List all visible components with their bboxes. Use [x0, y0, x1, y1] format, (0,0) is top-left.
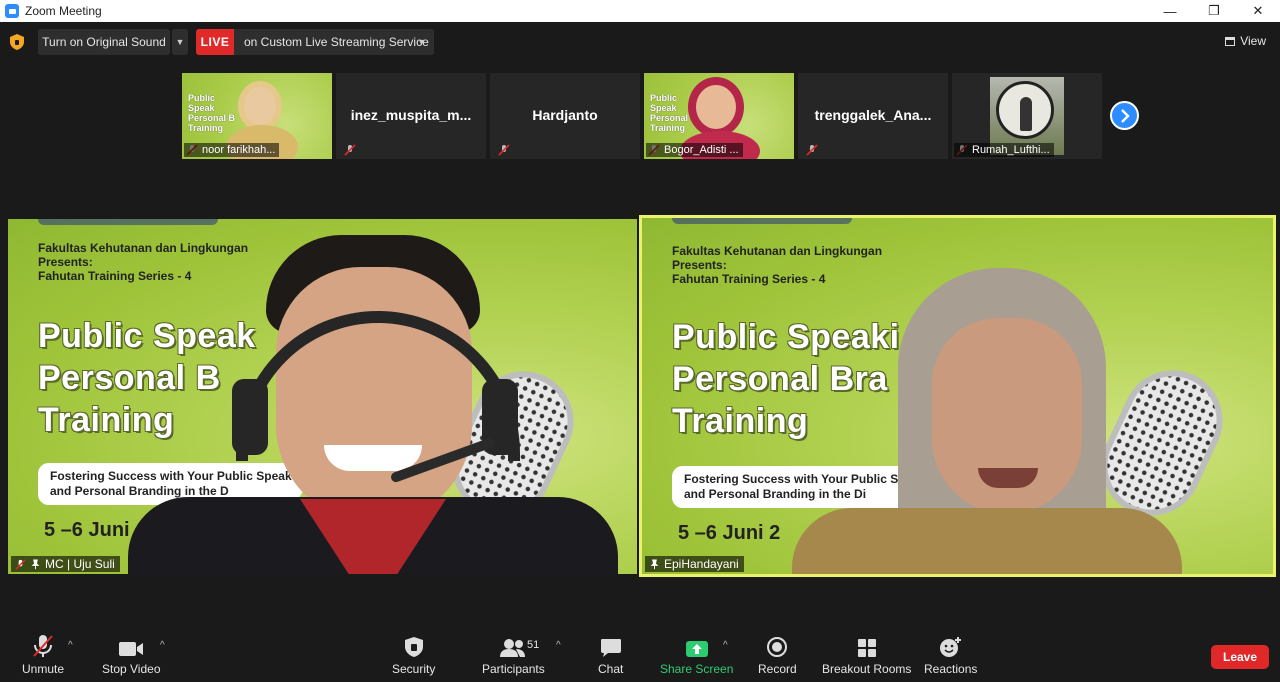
chevron-right-icon	[1120, 108, 1130, 123]
participant-strip: Public Speak Personal B Training noor fa…	[182, 73, 1102, 159]
video-options-caret[interactable]: ^	[160, 640, 165, 651]
participants-count: 51	[527, 639, 540, 651]
minimize-button[interactable]: —	[1148, 0, 1192, 22]
live-badge: LIVE	[196, 29, 234, 55]
participants-options-caret[interactable]: ^	[556, 640, 561, 651]
speaker-video	[8, 219, 637, 574]
restore-button[interactable]: ❐	[1192, 0, 1236, 22]
participant-thumbnail[interactable]: Rumah_Lufthi...	[952, 73, 1102, 159]
pin-icon	[650, 558, 659, 569]
security-button[interactable]: Security	[392, 634, 435, 676]
live-streaming-dropdown[interactable]: on Custom Live Streaming Service ▼	[234, 29, 434, 55]
chevron-down-icon: ▼	[417, 37, 426, 47]
breakout-rooms-button[interactable]: Breakout Rooms	[822, 634, 911, 676]
participant-name: trenggalek_Ana...	[814, 107, 932, 123]
participant-thumbnail[interactable]: Public Speak Personal B Training noor fa…	[182, 73, 332, 159]
muted-mic-icon	[33, 635, 53, 657]
original-sound-button[interactable]: Turn on Original Sound	[38, 29, 170, 55]
participant-video	[688, 77, 744, 137]
view-grid-icon	[1225, 36, 1236, 46]
participant-thumbnail[interactable]: inez_muspita_m...	[336, 73, 486, 159]
participant-thumbnail[interactable]: trenggalek_Ana...	[798, 73, 948, 159]
participant-name: Hardjanto	[532, 107, 598, 123]
next-page-button[interactable]	[1110, 101, 1139, 130]
participants-icon	[500, 639, 526, 657]
participant-name-label: EpiHandayani	[645, 556, 744, 572]
leave-button[interactable]: Leave	[1211, 645, 1269, 669]
mini-slide-title: Public Speak Personal B Training	[188, 93, 236, 133]
participant-thumbnail[interactable]: Public Speak Personal B Training Bogor_A…	[644, 73, 794, 159]
muted-mic-icon	[498, 144, 510, 156]
participant-video	[238, 81, 282, 131]
record-button[interactable]: Record	[758, 634, 797, 676]
participant-thumbnail[interactable]: Hardjanto	[490, 73, 640, 159]
video-tile-mc[interactable]: Fakultas Kehutanan dan Lingkungan Presen…	[8, 219, 637, 574]
chat-button[interactable]: Chat	[598, 634, 623, 676]
zoom-app-icon	[5, 4, 19, 18]
top-toolbar: Turn on Original Sound ▼ LIVE on Custom …	[0, 22, 1280, 62]
title-bar: Zoom Meeting — ❐ ✕	[0, 0, 1280, 22]
stop-video-button[interactable]: Stop Video	[102, 634, 161, 676]
reactions-button[interactable]: Reactions	[924, 634, 977, 676]
video-tile-active-speaker[interactable]: Fakultas Kehutanan dan Lingkungan Presen…	[639, 215, 1276, 577]
view-button[interactable]: View	[1225, 34, 1266, 48]
participant-name: inez_muspita_m...	[350, 107, 472, 123]
breakout-rooms-icon	[857, 639, 876, 657]
muted-mic-icon	[806, 144, 818, 156]
encryption-shield-icon[interactable]	[10, 34, 24, 50]
audio-options-caret[interactable]: ^	[68, 640, 73, 651]
view-label: View	[1240, 34, 1266, 48]
smiley-icon	[939, 637, 961, 657]
muted-mic-icon	[344, 144, 356, 156]
participant-name: Bogor_Adisti ...	[646, 143, 743, 157]
speaker-video	[642, 218, 1273, 574]
window-title: Zoom Meeting	[25, 4, 102, 18]
participant-name-label: MC | Uju Suli	[11, 556, 120, 572]
close-button[interactable]: ✕	[1236, 0, 1280, 22]
participant-name: noor farikhah...	[184, 143, 280, 157]
participant-name: Rumah_Lufthi...	[954, 143, 1054, 157]
share-screen-icon	[685, 641, 708, 657]
video-camera-icon	[119, 642, 144, 656]
share-options-caret[interactable]: ^	[723, 640, 728, 651]
unmute-button[interactable]: Unmute	[22, 634, 64, 676]
record-icon	[767, 637, 788, 657]
chat-bubble-icon	[600, 639, 621, 657]
live-streaming-label: on Custom Live Streaming Service	[244, 35, 429, 49]
original-sound-caret-icon[interactable]: ▼	[172, 29, 188, 55]
shield-icon	[404, 637, 423, 657]
muted-mic-icon	[15, 558, 26, 570]
meeting-controls-toolbar: Unmute ^ Stop Video ^ Security Participa…	[0, 626, 1280, 682]
pin-icon	[31, 558, 40, 569]
